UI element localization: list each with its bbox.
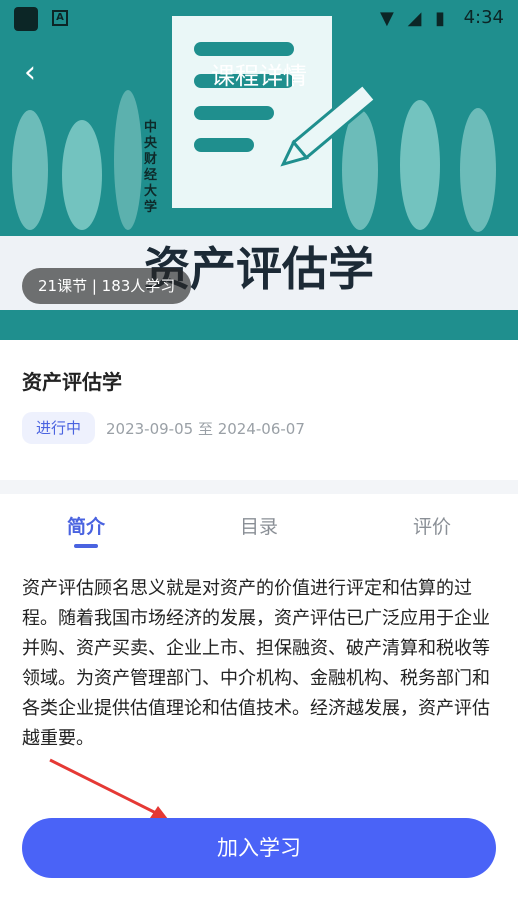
date-range: 2023-09-05 至 2024-06-07: [106, 420, 305, 438]
wifi-icon: ▼: [380, 8, 394, 29]
course-name: 资产评估学: [22, 370, 122, 394]
page-title: 课程详情: [211, 62, 307, 90]
battery-icon: ▮: [435, 8, 446, 29]
course-description: 资产评估顾名思义就是对资产的价值进行评定和估算的过程。随着我国市场经济的发展，资…: [22, 578, 490, 749]
tab-reviews[interactable]: 评价: [372, 512, 492, 539]
tab-catalog[interactable]: 目录: [199, 512, 319, 539]
tab-bar: 简介 目录 评价: [0, 494, 518, 556]
app-notification-icon: [14, 7, 38, 31]
app-letter-icon: A: [52, 10, 68, 26]
arrow-line: [49, 758, 159, 816]
university-vertical-text: 中央财经大学: [144, 120, 158, 215]
status-bar: A ▼ ◢ ▮ 4:34: [0, 0, 518, 36]
join-learning-button[interactable]: 加入学习: [22, 818, 496, 878]
no-signal-icon: ◢: [407, 8, 422, 29]
course-info: 资产评估学 进行中 2023-09-05 至 2024-06-07: [0, 340, 518, 480]
status-time: 4:34: [463, 7, 504, 28]
section-divider: [0, 480, 518, 494]
course-stats-badge: 21课节 | 183人学习: [22, 268, 192, 304]
status-badge: 进行中: [22, 412, 96, 444]
tab-intro[interactable]: 简介: [26, 512, 146, 539]
status-icons: ▼ ◢ ▮: [380, 8, 445, 29]
active-tab-indicator: [74, 544, 98, 548]
